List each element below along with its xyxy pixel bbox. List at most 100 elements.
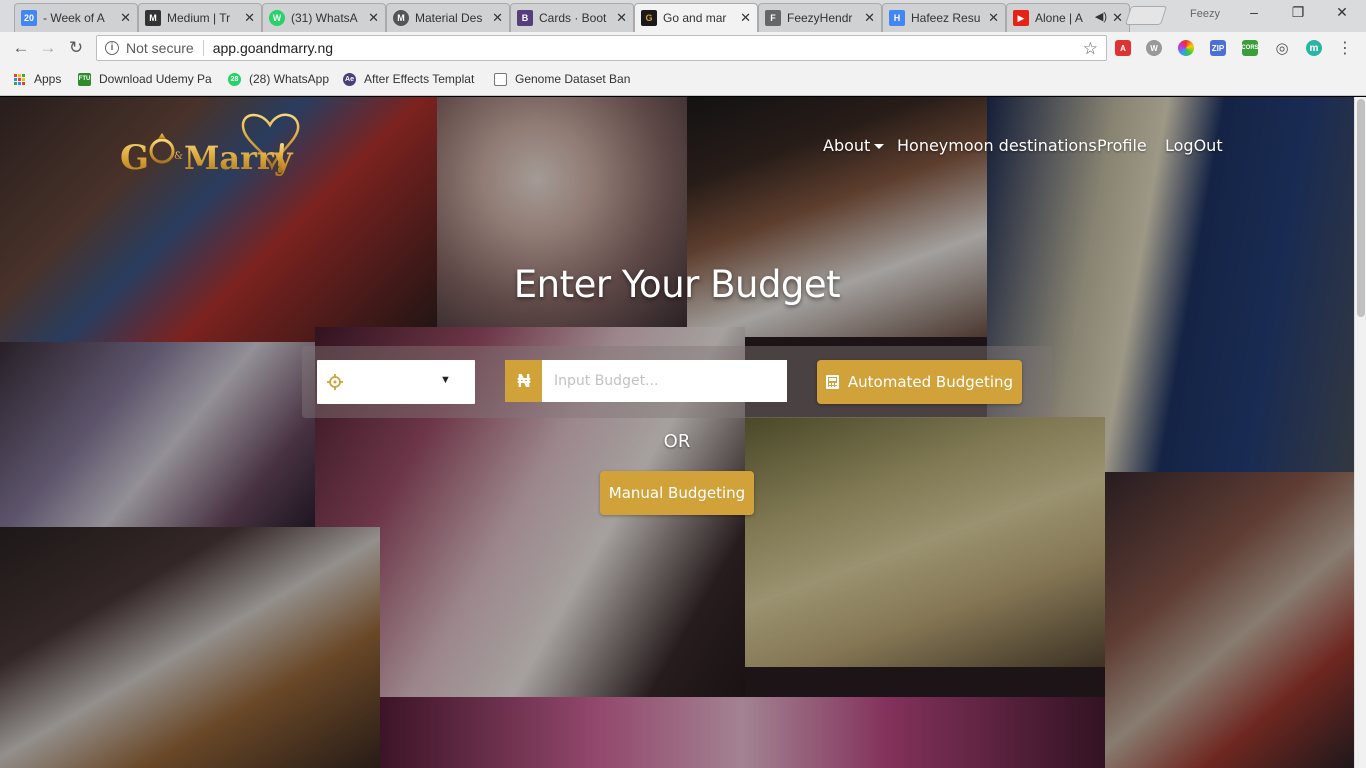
bookmark-label: Download Udemy Pa	[99, 72, 212, 86]
manual-budgeting-button[interactable]: Manual Budgeting	[600, 471, 754, 515]
tab-title: FeezyHendr	[787, 11, 853, 25]
whatsapp-icon: 28	[228, 72, 241, 86]
automated-budgeting-label: Automated Budgeting	[847, 373, 1014, 391]
close-icon[interactable]: ✕	[492, 10, 503, 26]
tab-8[interactable]: ▶ Alone | A ◀) ✕	[1006, 3, 1130, 32]
browser-toolbar: ← → ↻ i Not secure app.goandmarry.ng ☆ A…	[0, 32, 1366, 64]
page-scrollbar[interactable]	[1354, 97, 1366, 768]
dropdown-arrow-icon: ▼	[440, 374, 451, 386]
tab-4[interactable]: B Cards · Boot ✕	[510, 3, 634, 32]
close-icon[interactable]: ✕	[120, 10, 131, 26]
tab-5-active[interactable]: G Go and mar ✕	[634, 3, 758, 32]
page-title: Enter Your Budget	[513, 263, 841, 306]
calendar-icon: 20	[21, 10, 37, 26]
tab-title: Cards · Boot	[539, 11, 607, 25]
tab-3[interactable]: M Material Des ✕	[386, 3, 510, 32]
bookmark-after-effects[interactable]: Ae After Effects Templat	[343, 72, 474, 86]
svg-text:G: G	[120, 138, 149, 178]
tab-title: Material Des	[415, 11, 483, 25]
ftu-icon: FTU	[78, 72, 91, 86]
close-icon[interactable]: ✕	[864, 10, 875, 26]
nav-about-dropdown[interactable]: About	[823, 136, 885, 155]
tab-title: Hafeez Resu	[911, 11, 981, 25]
tab-title: (31) WhatsA	[291, 11, 358, 25]
cors-extension-icon[interactable]: CORS	[1241, 40, 1259, 56]
youtube-icon: ▶	[1013, 10, 1029, 26]
bookmark-star-icon[interactable]: ☆	[1083, 39, 1098, 59]
medium-icon: M	[145, 10, 161, 26]
monitor-icon: F	[765, 10, 781, 26]
svg-text:Marry: Marry	[184, 139, 294, 177]
tab-strip: 20 - Week of A ✕ M Medium | Tr ✕ W (31) …	[0, 0, 1366, 32]
wordpress-extension-icon[interactable]: W	[1146, 40, 1162, 56]
profile-name[interactable]: Feezy	[1190, 8, 1220, 20]
bookmark-label: After Effects Templat	[364, 72, 475, 86]
or-divider-text: OR	[663, 431, 691, 452]
close-icon[interactable]: ✕	[740, 10, 751, 26]
nav-about-label: About	[823, 136, 871, 155]
sync-extension-icon[interactable]: ◎	[1274, 40, 1290, 57]
goandmarry-logo[interactable]: G & Marry	[120, 107, 300, 183]
bookmark-label: (28) WhatsApp	[249, 72, 330, 86]
manual-budgeting-label: Manual Budgeting	[608, 484, 746, 502]
after-effects-icon: Ae	[343, 72, 356, 86]
angular-extension-icon[interactable]: A	[1115, 40, 1131, 56]
back-icon[interactable]: ←	[11, 38, 31, 58]
maximize-button[interactable]: ❐	[1278, 4, 1318, 24]
naira-currency-icon: ₦	[505, 360, 543, 402]
crosshair-icon	[327, 374, 343, 390]
bookmark-whatsapp[interactable]: 28 (28) WhatsApp	[228, 72, 329, 86]
whatsapp-icon: W	[269, 10, 285, 26]
document-icon	[494, 72, 507, 86]
zip-extension-icon[interactable]: ZIP	[1210, 40, 1226, 56]
page-viewport: G & Marry About Honeymoon destinations P…	[0, 97, 1366, 768]
tab-7[interactable]: H Hafeez Resu ✕	[882, 3, 1006, 32]
close-icon[interactable]: ✕	[368, 10, 379, 26]
minimize-button[interactable]: –	[1234, 4, 1274, 24]
goandmarry-icon: G	[641, 10, 657, 26]
security-status: Not secure	[126, 40, 194, 56]
bookmark-udemy[interactable]: FTU Download Udemy Pa	[78, 72, 212, 86]
chrome-menu-icon[interactable]: ⋮	[1337, 38, 1353, 58]
apps-grid-icon	[14, 73, 25, 85]
color-extension-icon[interactable]: ●	[1178, 40, 1194, 56]
close-window-button[interactable]: ✕	[1322, 4, 1362, 24]
budget-input[interactable]	[542, 360, 787, 402]
close-icon[interactable]: ✕	[1112, 10, 1123, 26]
reload-icon[interactable]: ↻	[66, 38, 86, 58]
tab-0[interactable]: 20 - Week of A ✕	[14, 3, 138, 32]
close-icon[interactable]: ✕	[616, 10, 627, 26]
tab-6[interactable]: F FeezyHendr ✕	[758, 3, 882, 32]
tab-title: Medium | Tr	[167, 11, 231, 25]
material-icon: M	[393, 10, 409, 26]
svg-text:&: &	[174, 151, 183, 162]
tab-title: - Week of A	[43, 11, 105, 25]
location-select[interactable]: ▼	[317, 360, 475, 404]
forward-icon[interactable]: →	[38, 38, 58, 58]
bootstrap-icon: B	[517, 10, 533, 26]
bookmark-label: Apps	[34, 72, 62, 86]
new-tab-button[interactable]	[1124, 6, 1168, 25]
caret-down-icon	[874, 144, 885, 149]
bookmark-apps[interactable]: Apps	[14, 72, 61, 86]
m-extension-icon[interactable]: m	[1306, 40, 1322, 56]
nav-profile[interactable]: Profile	[1097, 136, 1147, 155]
nav-logout[interactable]: LogOut	[1165, 136, 1223, 155]
tab-title: Go and mar	[663, 11, 727, 25]
calculator-icon	[825, 375, 839, 389]
nav-honeymoon[interactable]: Honeymoon destinations	[897, 136, 1097, 155]
scrollbar-thumb[interactable]	[1357, 99, 1365, 317]
address-bar[interactable]: i Not secure app.goandmarry.ng ☆	[96, 35, 1107, 61]
url-text[interactable]: app.goandmarry.ng	[213, 40, 333, 56]
bookmark-label: Genome Dataset Ban	[515, 72, 631, 86]
tab-2[interactable]: W (31) WhatsA ✕	[262, 3, 386, 32]
bookmark-genome[interactable]: Genome Dataset Ban	[494, 72, 630, 86]
tab-1[interactable]: M Medium | Tr ✕	[138, 3, 262, 32]
docs-icon: H	[889, 10, 905, 26]
bookmarks-bar: Apps FTU Download Udemy Pa 28 (28) Whats…	[0, 64, 1366, 96]
speaker-icon[interactable]: ◀)	[1095, 10, 1107, 23]
close-icon[interactable]: ✕	[244, 10, 255, 26]
automated-budgeting-button[interactable]: Automated Budgeting	[817, 360, 1022, 404]
close-icon[interactable]: ✕	[988, 10, 999, 26]
info-icon[interactable]: i	[105, 41, 119, 55]
